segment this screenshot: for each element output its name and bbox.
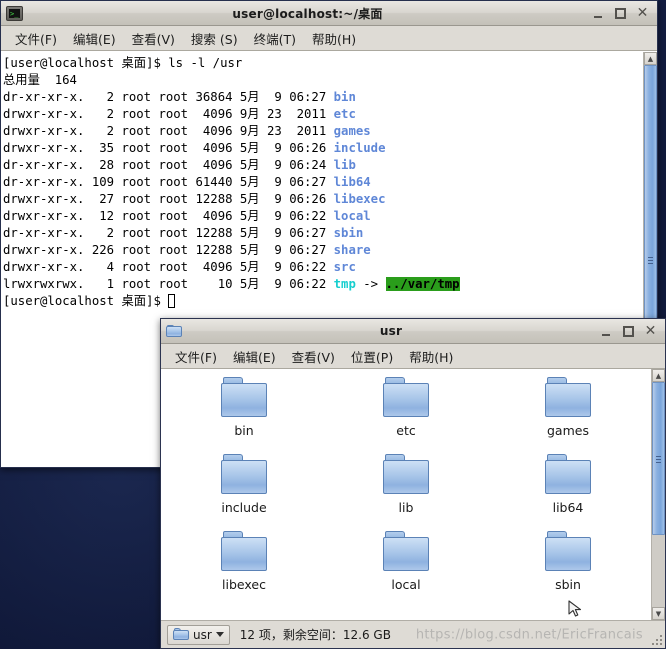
terminal-line: dr-xr-xr-x. 2 root root 12288 5月 9 06:27… (3, 226, 364, 240)
scroll-up-icon[interactable]: ▲ (644, 52, 657, 65)
file-icon-grid[interactable]: bin etc games include lib lib64 libexec local sb… (161, 369, 651, 620)
file-item-label: lib (398, 500, 414, 515)
folder-icon (382, 454, 430, 496)
menu-file[interactable]: 文件(F) (167, 345, 225, 368)
filemanager-scroll-track[interactable] (652, 382, 665, 607)
folder-icon (220, 454, 268, 496)
file-item[interactable]: include (163, 454, 325, 531)
folder-icon (220, 531, 268, 573)
folder-icon (544, 377, 592, 419)
folder-icon (382, 377, 430, 419)
filemanager-body[interactable]: bin etc games include lib lib64 libexec local sb… (161, 369, 665, 620)
terminal-line: [user@localhost 桌面]$ (3, 293, 643, 310)
close-button[interactable]: ✕ (644, 324, 657, 338)
maximize-button[interactable] (614, 7, 627, 20)
watermark-text: https://blog.csdn.net/EricFrancais (415, 627, 643, 642)
menu-edit[interactable]: 编辑(E) (225, 345, 284, 368)
folder-icon (382, 531, 430, 573)
menu-view[interactable]: 查看(V) (284, 345, 343, 368)
terminal-line: dr-xr-xr-x. 109 root root 61440 5月 9 06:… (3, 175, 371, 189)
menu-view[interactable]: 查看(V) (124, 27, 183, 50)
file-item[interactable]: local (325, 531, 487, 608)
folder-icon (173, 628, 189, 641)
file-item-label: bin (234, 423, 254, 438)
menu-edit[interactable]: 编辑(E) (65, 27, 124, 50)
terminal-window-controls: ✕ (592, 6, 653, 20)
file-manager-window[interactable]: usr ✕ 文件(F) 编辑(E) 查看(V) 位置(P) 帮助(H) bin e… (160, 318, 666, 649)
menu-search[interactable]: 搜索 (S) (183, 27, 246, 50)
terminal-icon (6, 5, 23, 21)
terminal-line: drwxr-xr-x. 12 root root 4096 5月 9 06:22… (3, 209, 371, 223)
resize-grip[interactable] (650, 633, 662, 645)
filemanager-menubar: 文件(F) 编辑(E) 查看(V) 位置(P) 帮助(H) (161, 344, 665, 369)
folder-icon (220, 377, 268, 419)
minimize-button[interactable] (600, 325, 613, 338)
scroll-grip-icon (656, 455, 661, 463)
terminal-line: dr-xr-xr-x. 28 root root 4096 5月 9 06:24… (3, 158, 356, 172)
minimize-button[interactable] (592, 7, 605, 20)
file-item[interactable]: sbin (487, 531, 649, 608)
filemanager-scrollbar[interactable]: ▲ ▼ (651, 369, 665, 620)
menu-places[interactable]: 位置(P) (343, 345, 401, 368)
file-item-label: local (391, 577, 421, 592)
scroll-up-icon[interactable]: ▲ (652, 369, 665, 382)
file-item[interactable]: games (487, 377, 649, 454)
file-item[interactable]: bin (163, 377, 325, 454)
menu-file[interactable]: 文件(F) (7, 27, 65, 50)
terminal-line: 总用量 164 (3, 73, 77, 87)
maximize-button[interactable] (622, 325, 635, 338)
folder-icon (166, 324, 182, 338)
file-item[interactable]: etc (325, 377, 487, 454)
terminal-menubar: 文件(F) 编辑(E) 查看(V) 搜索 (S) 终端(T) 帮助(H) (1, 26, 657, 51)
file-item-label: include (221, 500, 267, 515)
terminal-line: [user@localhost 桌面]$ ls -l /usr (3, 56, 243, 70)
terminal-line: drwxr-xr-x. 27 root root 12288 5月 9 06:2… (3, 192, 386, 206)
terminal-titlebar[interactable]: user@localhost:~/桌面 ✕ (1, 1, 657, 26)
file-item[interactable]: lib (325, 454, 487, 531)
status-text: 12 项，剩余空间：12.6 GB (239, 628, 391, 642)
filemanager-title: usr (379, 324, 403, 338)
chevron-down-icon (215, 632, 224, 637)
terminal-line: lrwxrwxrwx. 1 root root 10 5月 9 06:22 tm… (3, 277, 460, 291)
terminal-line: drwxr-xr-x. 2 root root 4096 9月 23 2011 … (3, 107, 356, 121)
terminal-title: user@localhost:~/桌面 (232, 6, 383, 21)
terminal-line: drwxr-xr-x. 4 root root 4096 5月 9 06:22 … (3, 260, 356, 274)
filemanager-window-controls: ✕ (600, 324, 661, 338)
filemanager-scroll-thumb[interactable] (652, 382, 665, 535)
path-chooser-label: usr (193, 627, 212, 642)
folder-icon (544, 531, 592, 573)
menu-help[interactable]: 帮助(H) (401, 345, 461, 368)
file-item[interactable]: lib64 (487, 454, 649, 531)
terminal-line: drwxr-xr-x. 2 root root 4096 9月 23 2011 … (3, 124, 371, 138)
filemanager-titlebar[interactable]: usr ✕ (161, 319, 665, 344)
file-item-label: lib64 (552, 500, 584, 515)
file-item[interactable]: libexec (163, 531, 325, 608)
terminal-cursor (168, 294, 176, 308)
file-item-label: libexec (222, 577, 266, 592)
terminal-line: drwxr-xr-x. 35 root root 4096 5月 9 06:26… (3, 141, 386, 155)
file-item-label: etc (396, 423, 416, 438)
terminal-line: drwxr-xr-x. 226 root root 12288 5月 9 06:… (3, 243, 371, 257)
file-item-label: games (547, 423, 589, 438)
terminal-line: dr-xr-xr-x. 2 root root 36864 5月 9 06:27… (3, 90, 356, 104)
close-button[interactable]: ✕ (636, 6, 649, 20)
menu-terminal[interactable]: 终端(T) (246, 27, 304, 50)
folder-icon (544, 454, 592, 496)
path-chooser-button[interactable]: usr (167, 624, 230, 645)
scroll-grip-icon (648, 256, 653, 264)
scroll-down-icon[interactable]: ▼ (652, 607, 665, 620)
menu-help[interactable]: 帮助(H) (304, 27, 364, 50)
filemanager-statusbar: usr 12 项，剩余空间：12.6 GB https://blog.csdn.… (161, 620, 665, 648)
file-item-label: sbin (555, 577, 581, 592)
